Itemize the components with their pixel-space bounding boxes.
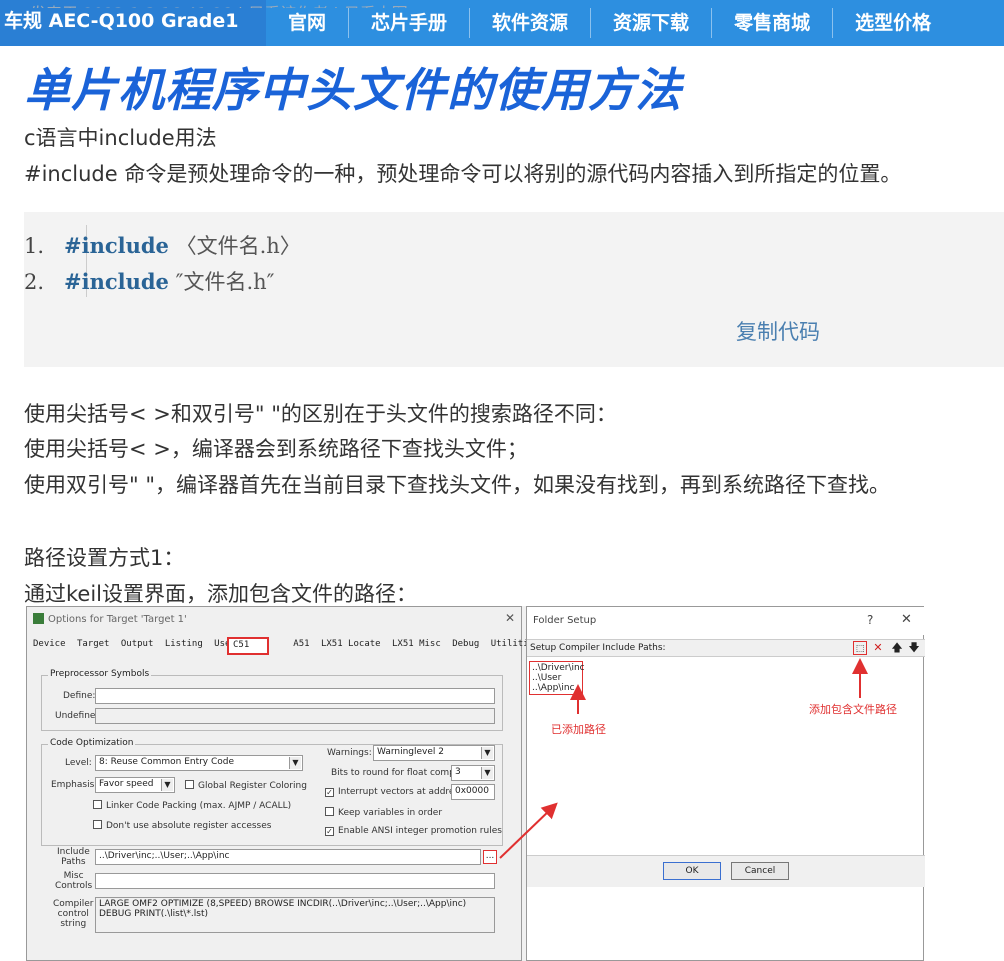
paragraph: 使用双引号" "，编译器首先在当前目录下查找头文件，如果没有找到，再到系统路径下… [24, 473, 890, 497]
code-keyword: #include [64, 269, 169, 294]
paragraph: 使用尖括号< >，编译器会到系统路径下查找头文件； [24, 437, 528, 461]
nav-official-site[interactable]: 官网 [266, 8, 350, 38]
nav-downloads[interactable]: 资源下载 [591, 8, 713, 38]
nav-chip-manual[interactable]: 芯片手册 [349, 8, 471, 38]
nav-store[interactable]: 零售商城 [712, 8, 834, 38]
nav-pricing[interactable]: 选型价格 [833, 8, 953, 38]
nav-software[interactable]: 软件资源 [470, 8, 592, 38]
code-text: ″文件名.h″ [168, 270, 275, 294]
paragraph: 使用尖括号< >和双引号" "的区别在于头文件的搜索路径不同： [24, 402, 617, 426]
copy-code-button[interactable]: 复制代码 [736, 316, 820, 346]
line-number: 1. [24, 234, 45, 258]
top-nav-bar: 发表于 2023-1-3 16:41:28 | 只看该作者 | 只看大图 车规 … [0, 0, 1004, 46]
line-number: 2. [24, 270, 45, 294]
code-keyword: #include [64, 233, 169, 258]
annotation-arrows [499, 658, 868, 859]
paragraph: 通过keil设置界面，添加包含文件的路径： [24, 582, 417, 606]
paragraph: 路径设置方式1： [24, 546, 185, 570]
code-text: 〈文件名.h〉 [168, 234, 301, 258]
paragraph: #include 命令是预处理命令的一种，预处理命令可以将别的源代码内容插入到所… [24, 162, 902, 186]
post-meta: 发表于 2023-1-3 16:41:28 | 只看该作者 | 只看大图 [30, 0, 408, 8]
code-line: 2. #include ″文件名.h″ [24, 266, 275, 296]
code-line: 1. #include 〈文件名.h〉 [24, 230, 301, 260]
arrow-to-folder [499, 802, 558, 859]
paragraph: c语言中include用法 [24, 126, 217, 150]
article-title: 单片机程序中头文件的使用方法 [24, 63, 682, 117]
keil-screenshot: Options for Target 'Target 1' ✕ Device T… [26, 606, 925, 961]
